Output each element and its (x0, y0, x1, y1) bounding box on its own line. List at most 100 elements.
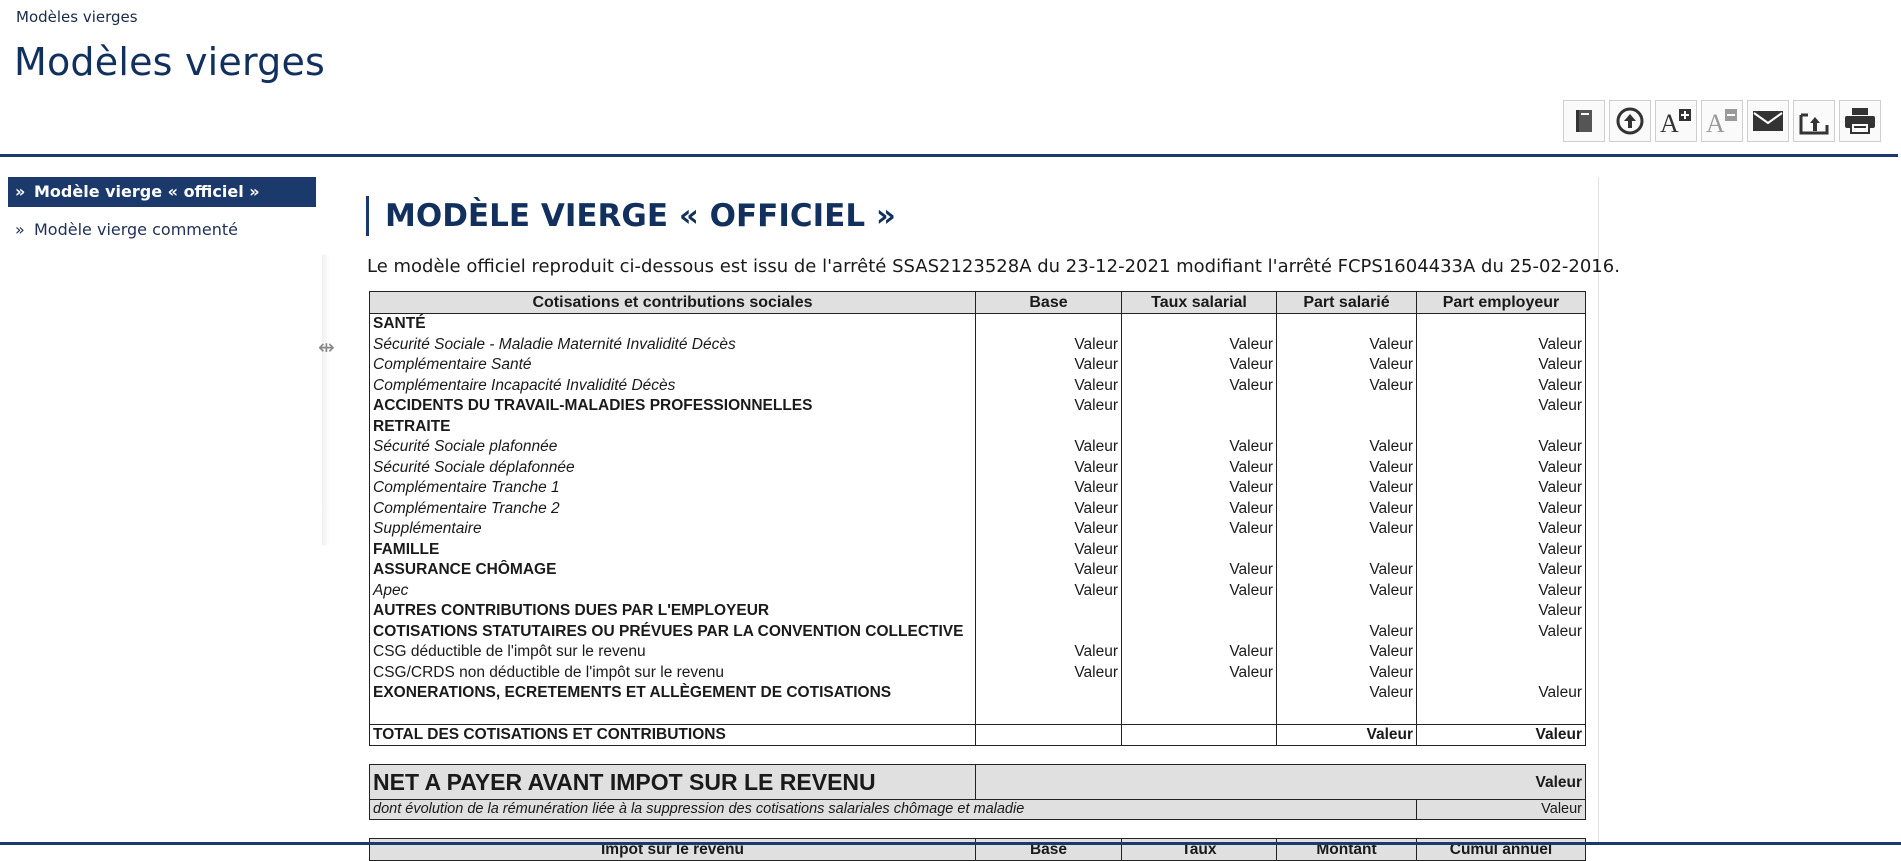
font-increase-button[interactable]: A (1655, 100, 1697, 142)
row-label: Sécurité Sociale plafonnée (369, 436, 976, 457)
table-row: SANTÉ (369, 313, 1586, 334)
cell-value: Valeur (1276, 477, 1417, 498)
mail-icon (1753, 111, 1783, 131)
cell-value: Valeur (975, 477, 1122, 498)
double-chevron-right-icon: » (15, 220, 25, 239)
row-label: Complémentaire Tranche 2 (369, 498, 976, 519)
cell-value (975, 723, 1122, 746)
cell-value: Valeur (975, 539, 1122, 560)
header-divider (0, 154, 1898, 157)
table-header-row: Cotisations et contributions sociales Ba… (369, 291, 1586, 314)
cell-value: Valeur (1276, 354, 1417, 375)
cell-value: Valeur (1416, 436, 1586, 457)
table-row: Complémentaire Santé Valeur Valeur Valeur Va… (369, 354, 1586, 375)
cell-value (1121, 539, 1277, 560)
cell-value: Valeur (975, 354, 1122, 375)
cell-value (1121, 600, 1277, 621)
cell-value: Valeur (1416, 580, 1586, 601)
table-row: CSG/CRDS non déductible de l'impôt sur l… (369, 662, 1586, 683)
svg-text:A: A (1706, 109, 1725, 135)
cell-value: Valeur (1121, 580, 1277, 601)
cell-value: Valeur (1416, 600, 1586, 621)
table-row: RETRAITE (369, 416, 1586, 437)
cell-value: Valeur (1416, 539, 1586, 560)
row-label: SANTÉ (369, 313, 976, 334)
column-header: Taux salarial (1121, 291, 1277, 314)
content-divider (1598, 177, 1599, 845)
net-row: NET A PAYER AVANT IMPOT SUR LE REVENU Va… (369, 764, 1586, 800)
sidebar-item-modele-commente[interactable]: » Modèle vierge commenté (8, 215, 316, 245)
cell-value (1121, 621, 1277, 642)
mail-button[interactable] (1747, 100, 1789, 142)
cell-value: Valeur (1121, 662, 1277, 683)
cell-value (1416, 641, 1586, 662)
cell-value: Valeur (1121, 518, 1277, 539)
cell-value: Valeur (975, 662, 1122, 683)
upload-button[interactable] (1609, 100, 1651, 142)
book-button[interactable] (1563, 100, 1605, 142)
cell-value: Valeur (975, 395, 1122, 416)
cell-value: Valeur (1416, 498, 1586, 519)
cell-value: Valeur (975, 518, 1122, 539)
share-button[interactable] (1793, 100, 1835, 142)
net-note-row: dont évolution de la rémunération liée à… (369, 799, 1586, 820)
cell-value: Valeur (1416, 375, 1586, 396)
print-button[interactable] (1839, 100, 1881, 142)
cell-value: Valeur (1121, 477, 1277, 498)
row-label: Sécurité Sociale déplafonnée (369, 457, 976, 478)
column-header: Cotisations et contributions sociales (369, 291, 976, 314)
section-title: MODÈLE VIERGE « OFFICIEL » (366, 196, 896, 236)
payslip-table: Cotisations et contributions sociales Ba… (369, 291, 1586, 861)
sidebar-item-label: Modèle vierge « officiel » (34, 182, 260, 201)
font-decrease-icon: A (1706, 109, 1737, 135)
splitter-shadow (322, 255, 330, 545)
cell-value: Valeur (1416, 559, 1586, 580)
cell-value (1276, 703, 1417, 724)
cell-value: Valeur (1276, 436, 1417, 457)
svg-text:A: A (1660, 109, 1679, 135)
cell-value: Valeur (1416, 518, 1586, 539)
page-title: Modèles vierges (14, 40, 326, 84)
cell-value: Valeur (1276, 457, 1417, 478)
table-row: Sécurité Sociale déplafonnée Valeur Valeur… (369, 457, 1586, 478)
intro-text: Le modèle officiel reproduit ci-dessous … (367, 256, 1620, 277)
cell-value (1121, 703, 1277, 724)
cell-value: Valeur (975, 457, 1122, 478)
table-row: TOTAL DES COTISATIONS ET CONTRIBUTIONS Va… (369, 723, 1586, 746)
net-label: NET A PAYER AVANT IMPOT SUR LE REVENU (369, 764, 976, 800)
table-row: AUTRES CONTRIBUTIONS DUES PAR L'EMPLOYEU… (369, 600, 1586, 621)
cell-value: Valeur (1276, 723, 1417, 746)
cell-value (1121, 416, 1277, 437)
cell-value: Valeur (1121, 354, 1277, 375)
table-row: Complémentaire Incapacité Invalidité Déc… (369, 375, 1586, 396)
cell-value (1276, 416, 1417, 437)
cell-value: Valeur (975, 580, 1122, 601)
resize-handle-icon[interactable]: ⇹ (318, 335, 335, 359)
row-label: CSG déductible de l'impôt sur le revenu (369, 641, 976, 662)
table-row: CSG déductible de l'impôt sur le revenu V… (369, 641, 1586, 662)
cell-value (1416, 313, 1586, 334)
cell-value (1121, 723, 1277, 746)
cell-value: Valeur (1276, 641, 1417, 662)
cell-value: Valeur (1121, 559, 1277, 580)
table-row: FAMILLE Valeur Valeur (369, 539, 1586, 560)
cell-value (975, 313, 1122, 334)
column-header: Base (975, 291, 1122, 314)
breadcrumb[interactable]: Modèles vierges (16, 8, 138, 26)
cell-value: Valeur (1121, 498, 1277, 519)
row-label (369, 703, 976, 724)
upload-circle-icon (1616, 107, 1644, 135)
row-label: Supplémentaire (369, 518, 976, 539)
toolbar: A A (1563, 100, 1881, 142)
row-label: Apec (369, 580, 976, 601)
table-row: Sécurité Sociale - Maladie Maternité Inv… (369, 334, 1586, 355)
font-decrease-button[interactable]: A (1701, 100, 1743, 142)
cell-value (1276, 539, 1417, 560)
cell-value (1416, 662, 1586, 683)
table-row (369, 703, 1586, 724)
sidebar-item-modele-officiel[interactable]: » Modèle vierge « officiel » (8, 177, 316, 207)
column-header: Part salarié (1276, 291, 1417, 314)
sidebar: » Modèle vierge « officiel » » Modèle vi… (8, 177, 316, 253)
cell-value: Valeur (1416, 477, 1586, 498)
cell-value: Valeur (1416, 621, 1586, 642)
